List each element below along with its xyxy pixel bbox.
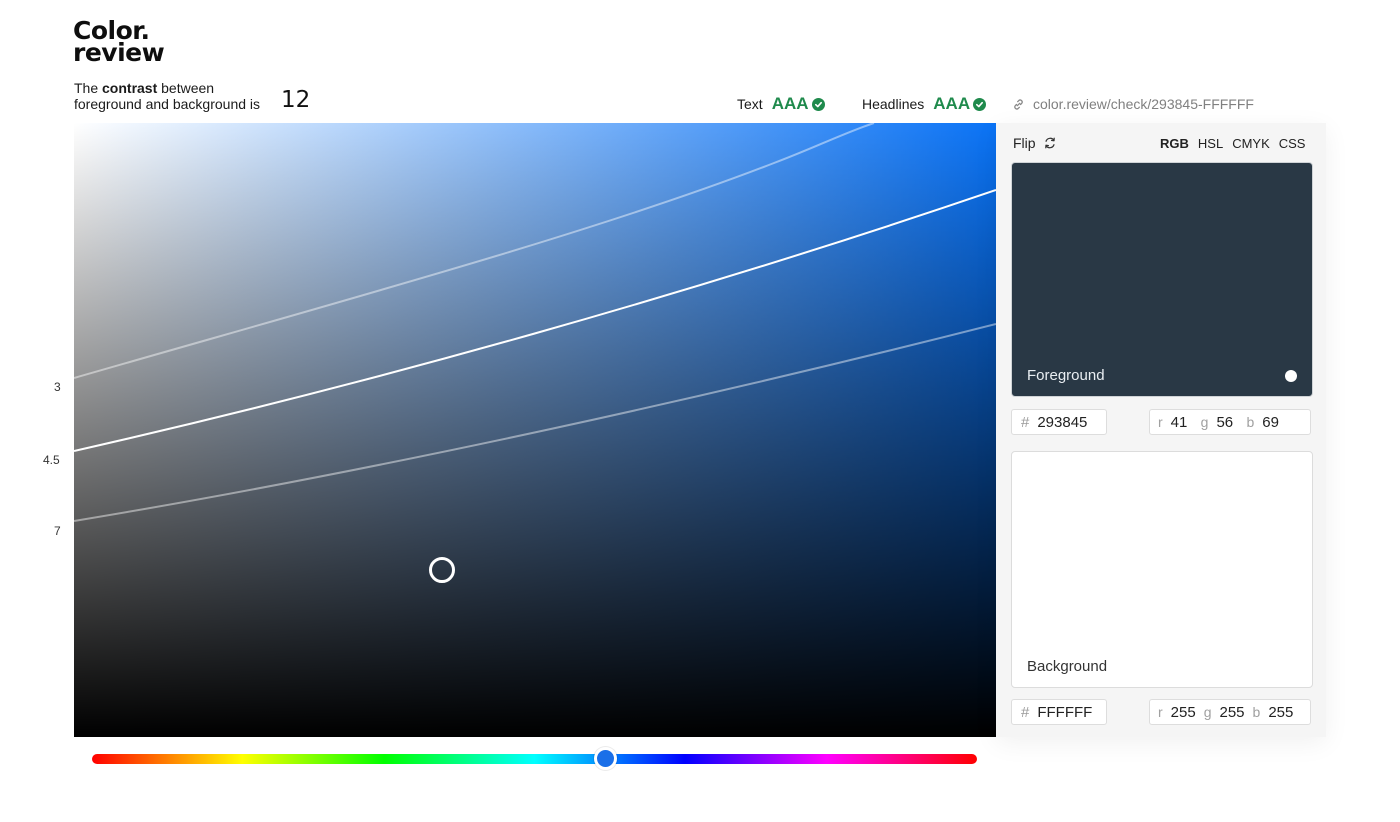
foreground-rgb-field[interactable]: r 41 g 56 b 69 xyxy=(1149,409,1311,435)
rating-text: Text AAA xyxy=(737,94,825,114)
b-label: b xyxy=(1252,704,1261,720)
foreground-r-value[interactable]: 41 xyxy=(1171,414,1193,431)
check-icon xyxy=(973,97,987,111)
background-rgb-field[interactable]: r 255 g 255 b 255 xyxy=(1149,699,1311,725)
check-icon xyxy=(811,97,825,111)
background-hex-field[interactable]: # FFFFFF xyxy=(1011,699,1107,725)
foreground-g-value[interactable]: 56 xyxy=(1216,414,1238,431)
rating-headlines-label: Headlines xyxy=(862,96,925,112)
contrast-level-label: 3 xyxy=(54,380,61,394)
flip-label: Flip xyxy=(1013,135,1036,151)
background-g-value[interactable]: 255 xyxy=(1220,704,1245,721)
tab-rgb[interactable]: RGB xyxy=(1160,136,1189,151)
tab-cmyk[interactable]: CMYK xyxy=(1232,136,1270,151)
color-picker-marker[interactable] xyxy=(429,557,455,583)
g-label: g xyxy=(1200,414,1209,430)
contrast-curve-3 xyxy=(74,123,875,379)
foreground-label: Foreground xyxy=(1027,367,1105,384)
foreground-swatch[interactable]: Foreground xyxy=(1011,162,1313,397)
r-label: r xyxy=(1158,704,1163,720)
contrast-bold: contrast xyxy=(102,80,158,96)
contrast-curve-7 xyxy=(74,323,996,522)
hue-slider-handle[interactable] xyxy=(594,747,618,770)
contrast-curve-4-5 xyxy=(74,189,996,452)
tab-css[interactable]: CSS xyxy=(1279,136,1306,151)
foreground-hex-value: 293845 xyxy=(1037,413,1088,431)
logo-line-2: review xyxy=(73,38,165,67)
hash-prefix: # xyxy=(1021,413,1030,431)
share-link-text: color.review/check/293845-FFFFFF xyxy=(1033,96,1254,112)
contrast-value: 12 xyxy=(281,87,311,113)
contrast-description: The contrast between foreground and back… xyxy=(74,80,260,112)
contrast-level-label: 7 xyxy=(54,524,61,538)
g-label: g xyxy=(1203,704,1212,720)
r-label: r xyxy=(1158,414,1163,430)
background-hex-value: FFFFFF xyxy=(1037,703,1093,721)
foreground-hex-field[interactable]: # 293845 xyxy=(1011,409,1107,435)
flip-button[interactable]: Flip xyxy=(1013,135,1057,151)
background-r-value[interactable]: 255 xyxy=(1171,704,1196,721)
contrast-prefix: The xyxy=(74,80,103,96)
foreground-b-value[interactable]: 69 xyxy=(1262,414,1284,431)
active-indicator-dot xyxy=(1285,370,1297,382)
rating-text-label: Text xyxy=(737,96,763,112)
color-panel: Flip RGB HSL CMYK CSS Foreground # 29384… xyxy=(996,123,1326,737)
background-swatch[interactable]: Background xyxy=(1011,451,1313,688)
background-label: Background xyxy=(1027,658,1108,675)
logo[interactable]: Color. review xyxy=(73,18,165,67)
share-link[interactable]: color.review/check/293845-FFFFFF xyxy=(1012,96,1254,112)
tab-hsl[interactable]: HSL xyxy=(1198,136,1223,151)
link-icon xyxy=(1014,98,1023,110)
b-label: b xyxy=(1246,414,1255,430)
contrast-curves xyxy=(74,123,996,522)
background-b-value[interactable]: 255 xyxy=(1268,704,1293,721)
rating-headlines-grade: AAA xyxy=(933,94,971,113)
contrast-level-label: 4.5 xyxy=(43,453,60,467)
contrast-line-2: foreground and background is xyxy=(74,96,261,112)
hash-prefix: # xyxy=(1021,703,1030,721)
rating-text-grade: AAA xyxy=(771,94,809,113)
hue-slider[interactable] xyxy=(92,754,977,764)
color-mode-tabs: RGB HSL CMYK CSS xyxy=(1160,136,1305,151)
refresh-icon xyxy=(1044,137,1055,149)
color-field[interactable] xyxy=(74,123,996,737)
contrast-suffix: between xyxy=(157,80,215,96)
rating-headlines: Headlines AAA xyxy=(862,94,987,114)
